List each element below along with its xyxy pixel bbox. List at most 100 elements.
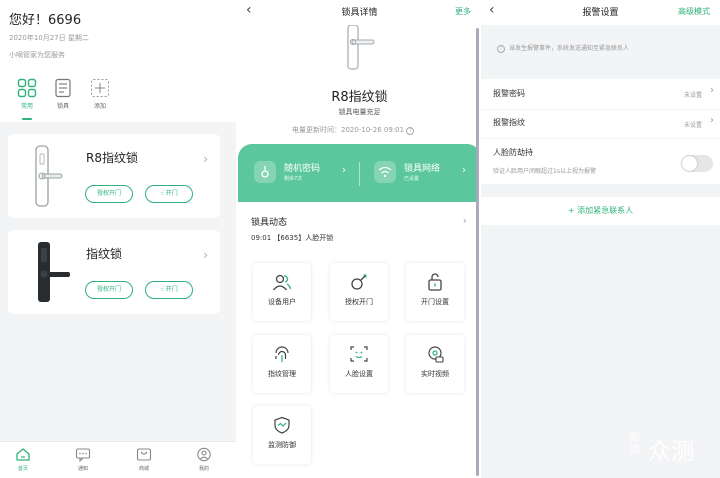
alarm-password-value: 未设置 [683,92,702,99]
chevron-right-icon: › [710,115,714,126]
activity-latest-entry: 09:01 【6635】人脸开锁 [251,234,334,242]
grid-device-users[interactable]: 设备用户 [253,263,311,321]
open-door-label: 开门 [165,286,178,293]
chevron-right-icon[interactable]: › [203,248,208,262]
lock-name: R8指纹锁 [331,90,388,105]
battery-status: 锁具电量充足 [338,108,381,116]
alarm-fingerprint-row[interactable]: 报警指纹 未设置 › [481,110,720,138]
battery-updated-time: 电量更新时间：2020-10-26 09:01 ? [292,125,415,135]
smart-lock-black-image [38,242,70,302]
wifi-icon [374,161,396,183]
random-password-remaining: 剩余7次 [284,176,303,182]
unlock-icon [428,273,442,291]
grid-open-settings[interactable]: 开门设置 [406,263,464,321]
alarm-password-row[interactable]: 报警密码 未设置 › [481,79,720,109]
lock-network-status: 已设置 [404,176,420,182]
store-icon [136,448,152,461]
date-text: 2020年10月27日 星期二 [9,34,89,42]
face-anti-hijack-label: 人脸防劫持 [493,148,533,157]
assistant-subtitle: 小嘀管家为您服务 [9,51,65,59]
face-anti-hijack-row: 人脸防劫持 验证人脸用户闭眼超过1s以上视为报警 [481,139,720,184]
grid-label: 实时视频 [421,370,449,378]
grid-label: 授权开门 [345,298,373,306]
open-door-button[interactable]: ☝ 开门 [145,185,193,203]
face-icon [350,346,368,362]
open-door-button[interactable]: ☝ 开门 [145,281,193,299]
chevron-right-icon: › [462,214,467,227]
nav-profile[interactable]: 我的 [186,447,222,472]
grid-label: 开门设置 [421,298,449,306]
alarm-header: ‹ 报警设置 高级模式 [481,0,720,25]
bottom-navigation: 首页 通知 商城 我的 [0,441,236,478]
nav-notifications-label: 通知 [77,466,88,472]
page-title: 锁具详情 [341,8,378,18]
random-password-button[interactable]: 随机密码 剩余7次 › [254,158,354,188]
watermark-small-text: 新浪 [629,431,640,456]
help-circle-icon[interactable]: ? [406,127,415,135]
tab-locks-label: 锁具 [56,103,69,110]
key-icon [351,274,367,290]
random-password-label: 随机密码 [284,164,321,174]
nav-notifications[interactable]: 通知 [65,447,101,472]
tab-common[interactable]: 常用 [10,78,44,110]
alarm-fingerprint-value: 未设置 [683,122,702,129]
tab-add[interactable]: 添加 [83,78,117,110]
home-icon [16,448,30,461]
detail-header: ‹ 锁具详情 更多 [238,0,481,25]
tab-add-label: 添加 [93,103,106,110]
chevron-right-icon[interactable]: › [203,152,208,166]
activity-title: 锁具动态 [251,218,288,228]
lock-detail-screen: ‹ 锁具详情 更多 R8指纹锁 锁具电量充足 电量更新时间：2020-10-26… [238,0,481,478]
grid-label: 人脸设置 [345,370,373,378]
chevron-right-icon: › [342,165,346,176]
nav-store-label: 商城 [138,466,149,472]
alarm-notice-text: 当发生报警事件，系统发送通知至紧急联系人 [509,45,630,52]
open-door-label: 开门 [165,190,178,197]
grid-face-settings[interactable]: 人脸设置 [330,335,388,393]
users-icon [272,274,292,291]
lock-network-button[interactable]: 锁具网络 已设置 › [374,158,474,188]
grid-label: 监测防御 [268,441,296,449]
smart-lock-silver-image [35,145,63,207]
alarm-notice: ! 当发生报警事件，系统发送通知至紧急联系人 [497,43,629,53]
grid-label: 设备用户 [268,298,296,306]
chevron-right-icon: › [710,85,714,96]
profile-icon [197,447,211,462]
grid-icon [17,78,37,98]
device-name: 指纹锁 [86,247,123,261]
authorize-open-button[interactable]: 授权开门 [85,281,133,299]
tab-common-label: 常用 [20,103,33,110]
grid-fingerprint-management[interactable]: 指纹管理 [253,335,311,393]
band-divider [359,162,360,186]
grid-authorize-open[interactable]: 授权开门 [330,263,388,321]
nav-store[interactable]: 商城 [126,447,162,472]
tab-locks[interactable]: 锁具 [46,78,80,110]
info-icon: ! [497,45,505,53]
device-card-r8[interactable]: R8指纹锁 › 授权开门 ☝ 开门 [8,134,220,218]
lock-product-image [347,25,375,70]
quick-actions-band: 随机密码 剩余7次 › 锁具网络 已设置 › [238,144,481,202]
watermark-large-text: 众测 [648,439,694,465]
home-screen: 您好！6696 2020年10月27日 星期二 小嘀管家为您服务 常用 锁具 添… [0,0,236,478]
authorize-open-button[interactable]: 授权开门 [85,185,133,203]
device-card-fingerprint[interactable]: 指纹锁 › 授权开门 ☝ 开门 [8,230,220,314]
grid-label: 指纹管理 [268,370,296,378]
lock-network-label: 锁具网络 [404,164,441,174]
screenshot-root: 您好！6696 2020年10月27日 星期二 小嘀管家为您服务 常用 锁具 添… [0,0,720,478]
toggle-knob [682,156,697,171]
face-anti-hijack-toggle[interactable] [681,155,713,172]
shield-icon [274,416,290,434]
nav-home-label: 首页 [17,466,28,472]
device-name: R8指纹锁 [86,151,138,165]
advanced-mode-button[interactable]: 高级模式 [678,6,710,17]
grid-monitoring-defense[interactable]: 监测防御 [253,406,311,464]
add-icon [91,79,109,97]
face-anti-hijack-description: 验证人脸用户闭眼超过1s以上视为报警 [493,168,596,175]
add-emergency-contact-button[interactable]: + 添加紧急联系人 [481,197,720,225]
lock-list-icon [55,78,71,98]
more-button[interactable]: 更多 [455,6,471,17]
key-circle-icon [254,161,276,183]
grid-live-video[interactable]: 实时视频 [406,335,464,393]
lock-activity-section[interactable]: 锁具动态 09:01 【6635】人脸开锁 › [238,202,481,254]
nav-home[interactable]: 首页 [5,447,41,472]
